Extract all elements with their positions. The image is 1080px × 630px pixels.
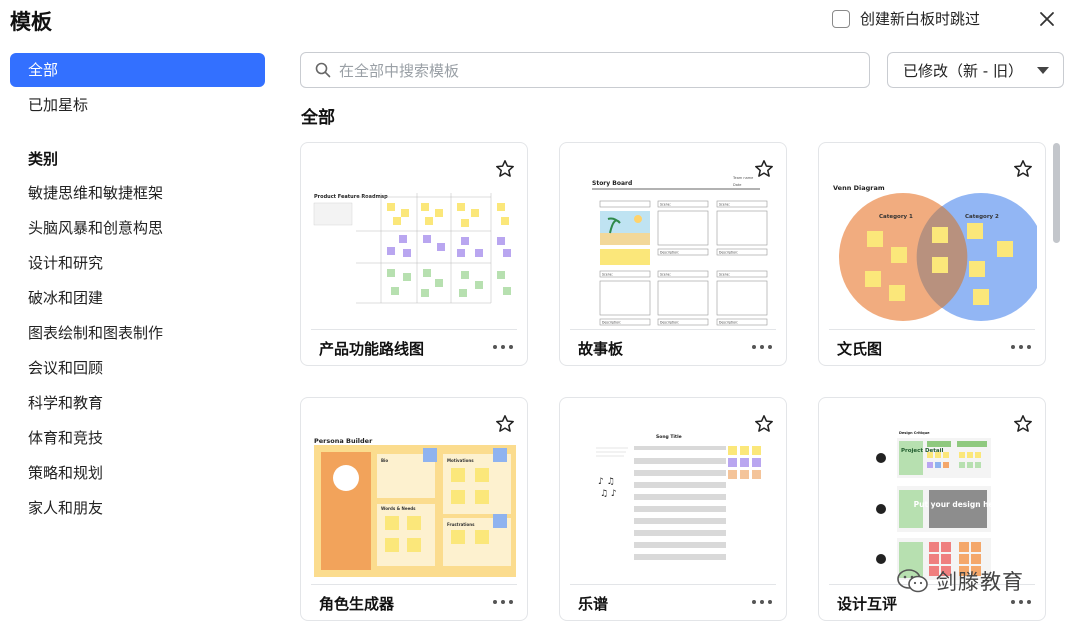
thumb-scene-label: Scene: (719, 203, 730, 207)
more-options-icon[interactable] (493, 339, 513, 355)
scrollbar[interactable] (1050, 140, 1064, 620)
sidebar-item-category[interactable]: 家人和朋友 (10, 491, 265, 525)
page-title: 模板 (10, 10, 52, 34)
skip-label: 创建新白板时跳过 (860, 10, 981, 28)
template-thumbnail: Product Feature Roadmap (311, 153, 519, 329)
star-icon[interactable] (1013, 414, 1033, 434)
thumb-scene-label: Scene: (660, 203, 671, 207)
template-card-persona[interactable]: Persona Builder Bio Words & Needs Motiva… (300, 397, 528, 621)
template-thumbnail: Song Title ♪ ♫ ♫ ♪ (570, 408, 778, 584)
sidebar-item-category[interactable]: 图表绘制和图表制作 (10, 316, 265, 350)
thumb-desc-label: Description: (719, 321, 738, 325)
thumb-desc-label: Description: (660, 321, 679, 325)
close-button[interactable] (1034, 6, 1060, 32)
template-card-venn[interactable]: Venn Diagram Category 1 Category 2 文氏图 (818, 142, 1046, 366)
watermark-text: 剑滕教育 (936, 570, 1024, 594)
storyboard-thumbnail-art: Story Board Team name Date Scene: Scene:… (592, 176, 768, 326)
thumb-title: Story Board (592, 180, 632, 187)
venn-thumbnail-art: Venn Diagram Category 1 Category 2 (833, 184, 1037, 321)
thumb-title: Song Title (656, 434, 682, 440)
template-thumbnail: Story Board Team name Date Scene: Scene:… (570, 153, 778, 329)
sidebar-item-category[interactable]: 会议和回顾 (10, 351, 265, 385)
more-options-icon[interactable] (752, 339, 772, 355)
sidebar-item-category[interactable]: 破冰和团建 (10, 281, 265, 315)
sheet-music-thumbnail-art: Song Title ♪ ♫ ♫ ♪ (596, 434, 761, 560)
thumb-scene-label: Scene: (602, 273, 613, 277)
template-name: 故事板 (578, 340, 624, 358)
more-options-icon[interactable] (752, 594, 772, 610)
sidebar-item-starred[interactable]: 已加星标 (10, 88, 265, 122)
more-options-icon[interactable] (1011, 339, 1031, 355)
more-options-icon[interactable] (493, 594, 513, 610)
star-icon[interactable] (754, 159, 774, 179)
sidebar-item-category[interactable]: 科学和教育 (10, 386, 265, 420)
sidebar-item-category[interactable]: 敏捷思维和敏捷框架 (10, 176, 265, 210)
venn-category-2: Category 2 (965, 214, 999, 220)
thumb-date: Date (733, 183, 741, 187)
thumb-desc-label: Description: (719, 251, 738, 255)
template-name: 角色生成器 (319, 595, 395, 613)
card-divider (829, 329, 1035, 330)
template-card-roadmap[interactable]: Product Feature Roadmap 产品功能路线图 (300, 142, 528, 366)
skip-on-create-option[interactable]: 创建新白板时跳过 (832, 8, 980, 29)
search-placeholder: 在全部中搜索模板 (339, 61, 460, 80)
category-heading: 类别 (28, 150, 59, 168)
roadmap-thumbnail-art: Product Feature Roadmap (313, 193, 511, 304)
search-input[interactable]: 在全部中搜索模板 (300, 52, 870, 88)
sort-label: 已修改（新 - 旧） (903, 61, 1023, 80)
thumb-scene-label: Scene: (719, 273, 730, 277)
skip-checkbox[interactable] (832, 9, 850, 28)
card-divider (570, 329, 776, 330)
card-divider (311, 329, 517, 330)
sidebar-item-category[interactable]: 策略和规划 (10, 456, 265, 490)
thumb-title: Persona Builder (314, 437, 373, 445)
star-icon[interactable] (1013, 159, 1033, 179)
template-thumbnail: Design Critique Project Detail Put your … (829, 408, 1037, 584)
star-icon[interactable] (495, 159, 515, 179)
thumb-desc-label: Description: (660, 251, 679, 255)
card-divider (311, 584, 517, 585)
card-divider (570, 584, 776, 585)
template-name: 文氏图 (837, 340, 883, 358)
thumb-desc-label: Description: (602, 321, 621, 325)
sidebar-item-category[interactable]: 头脑风暴和创意构思 (10, 211, 265, 245)
close-icon (1040, 12, 1054, 26)
persona-bio-label: Bio (381, 458, 388, 463)
venn-category-1: Category 1 (879, 214, 913, 220)
thumb-title: Venn Diagram (833, 184, 885, 192)
watermark: 剑滕教育 (896, 566, 1024, 596)
search-icon (315, 62, 331, 78)
template-name: 产品功能路线图 (319, 340, 425, 358)
persona-frustrations-label: Frustrations (447, 522, 475, 527)
svg-text:♫ ♪: ♫ ♪ (600, 489, 617, 499)
wechat-icon (897, 569, 928, 593)
sidebar-item-all[interactable]: 全部 (10, 53, 265, 87)
star-icon[interactable] (495, 414, 515, 434)
template-thumbnail: Persona Builder Bio Words & Needs Motiva… (311, 408, 519, 584)
sidebar-item-category[interactable]: 设计和研究 (10, 246, 265, 280)
thumb-team: Team name (732, 176, 753, 180)
scrollbar-thumb[interactable] (1053, 143, 1060, 243)
template-thumbnail: Venn Diagram Category 1 Category 2 (829, 153, 1037, 329)
persona-words-label: Words & Needs (381, 506, 416, 511)
svg-text:♪ ♫: ♪ ♫ (598, 477, 615, 487)
sidebar-item-category[interactable]: 体育和竞技 (10, 421, 265, 455)
star-icon[interactable] (754, 414, 774, 434)
template-card-storyboard[interactable]: Story Board Team name Date Scene: Scene:… (559, 142, 787, 366)
put-design-label: Put your design here (914, 500, 1003, 509)
section-title: 全部 (301, 108, 335, 128)
thumb-scene-label: Scene: (660, 273, 671, 277)
design-critique-thumbnail-art: Design Critique Project Detail Put your … (876, 431, 1003, 580)
thumb-title: Design Critique (899, 431, 930, 435)
more-options-icon[interactable] (1011, 594, 1031, 610)
template-name: 乐谱 (578, 595, 609, 613)
template-name: 设计互评 (837, 595, 898, 613)
sort-dropdown[interactable]: 已修改（新 - 旧） (887, 52, 1064, 88)
chevron-down-icon (1037, 67, 1049, 74)
template-card-sheet-music[interactable]: Song Title ♪ ♫ ♫ ♪ 乐谱 (559, 397, 787, 621)
persona-thumbnail-art: Persona Builder Bio Words & Needs Motiva… (314, 437, 516, 577)
persona-motivations-label: Motivations (447, 458, 474, 463)
